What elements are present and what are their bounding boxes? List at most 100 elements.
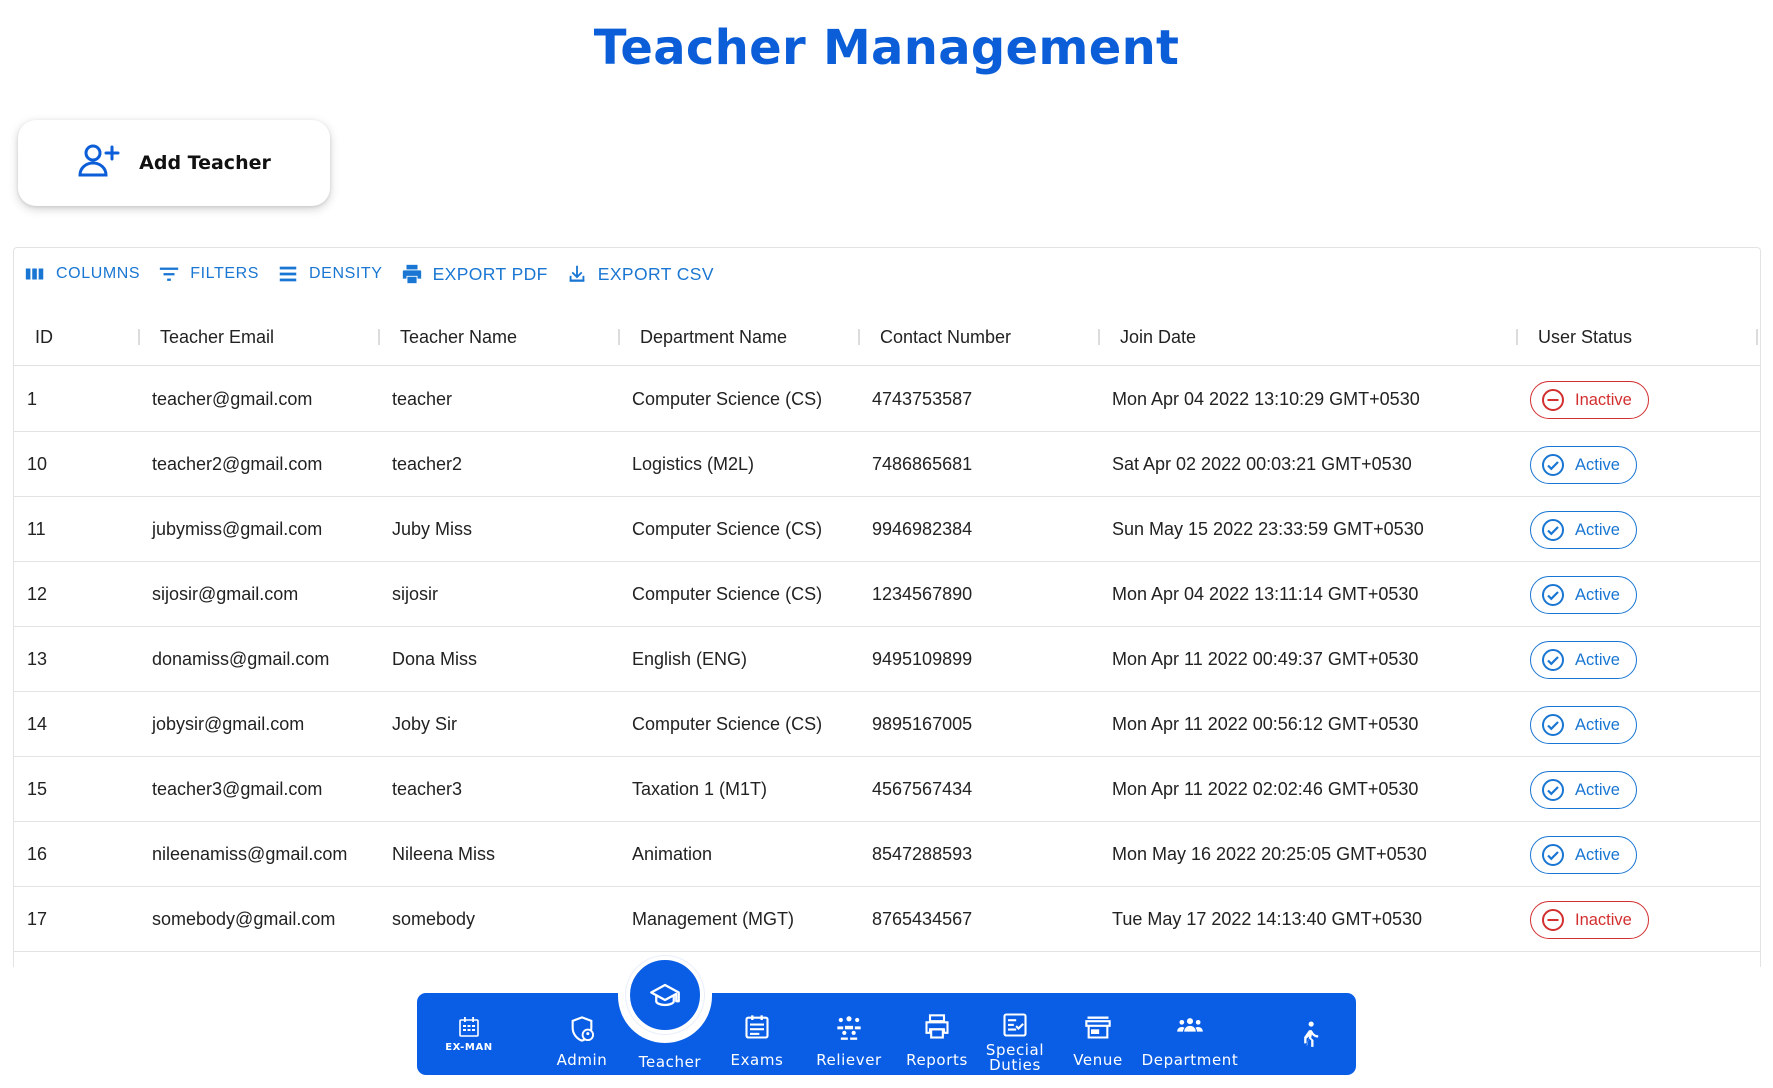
- status-badge[interactable]: Active: [1530, 706, 1637, 744]
- export-pdf-button[interactable]: EXPORT PDF: [401, 263, 548, 285]
- people-icon: [1177, 1018, 1203, 1032]
- table-row[interactable]: 11 jubymiss@gmail.com Juby Miss Computer…: [14, 497, 1760, 562]
- cell-join-date: Sat Apr 02 2022 00:03:21 GMT+0530: [1112, 454, 1412, 474]
- nav-label: Reliever: [816, 1051, 882, 1069]
- store-icon: [1085, 1016, 1111, 1039]
- cell-id: 16: [27, 844, 48, 864]
- cell-email: teacher2@gmail.com: [152, 454, 323, 474]
- nav-reports[interactable]: Reports: [892, 993, 982, 1075]
- check-circle-icon: [1542, 519, 1564, 541]
- cell-name: Juby Miss: [392, 519, 473, 539]
- status-badge[interactable]: Inactive: [1530, 901, 1649, 939]
- table-header: ID Teacher Email Teacher Name Department…: [14, 308, 1760, 366]
- nav-department[interactable]: Department: [1135, 993, 1245, 1075]
- nav-special-duties[interactable]: Special Duties: [970, 993, 1060, 1075]
- cell-join-date: Mon Apr 04 2022 13:11:14 GMT+0530: [1112, 584, 1419, 604]
- cell-join-date: Mon May 16 2022 20:25:05 GMT+0530: [1112, 844, 1427, 864]
- header-user-status[interactable]: User Status: [1538, 308, 1632, 366]
- header-id[interactable]: ID: [35, 308, 53, 366]
- cell-email: sijosir@gmail.com: [152, 584, 299, 604]
- nav-label: Department: [1141, 1051, 1239, 1069]
- cell-join-date: Mon Apr 04 2022 13:10:29 GMT+0530: [1112, 389, 1420, 409]
- cell-name: Dona Miss: [392, 649, 478, 669]
- person-add-icon: [77, 143, 121, 184]
- teacher-nav-selected[interactable]: [626, 956, 704, 1034]
- table-row[interactable]: 17 somebody@gmail.com somebody Managemen…: [14, 887, 1760, 952]
- table-row[interactable]: 16 nileenamiss@gmail.com Nileena Miss An…: [14, 822, 1760, 887]
- cell-email: teacher@gmail.com: [152, 389, 313, 409]
- column-separator[interactable]: [618, 329, 620, 345]
- check-circle-icon: [1542, 714, 1564, 736]
- density-button[interactable]: DENSITY: [277, 263, 383, 285]
- cell-name: Nileena Miss: [392, 844, 496, 864]
- status-badge[interactable]: Active: [1530, 836, 1637, 874]
- cell-email: jobysir@gmail.com: [152, 714, 305, 734]
- nav-admin[interactable]: Admin: [542, 993, 622, 1075]
- cell-contact: 1234567890: [872, 584, 973, 604]
- cell-id: 1: [27, 389, 38, 409]
- filters-label: FILTERS: [190, 265, 260, 282]
- bottom-navigation: EX-MAN Admin Teacher Exams Reliever Repo…: [417, 993, 1356, 1075]
- nav-label: Special Duties: [985, 1041, 1045, 1074]
- exit-button[interactable]: [1290, 993, 1330, 1075]
- status-badge[interactable]: Active: [1530, 511, 1637, 549]
- cell-name: teacher2: [392, 454, 463, 474]
- column-separator[interactable]: [858, 329, 860, 345]
- check-circle-icon: [1542, 779, 1564, 801]
- column-separator[interactable]: [138, 329, 140, 345]
- logo-text: EX-MAN: [445, 1042, 493, 1053]
- cell-contact: 8765434567: [872, 909, 973, 929]
- app-logo[interactable]: EX-MAN: [437, 993, 501, 1075]
- columns-label: COLUMNS: [56, 265, 141, 282]
- cell-email: teacher3@gmail.com: [152, 779, 323, 799]
- cell-email: donamiss@gmail.com: [152, 649, 330, 669]
- cell-department: Computer Science (CS): [632, 389, 823, 409]
- download-icon: [569, 265, 585, 282]
- cell-contact: 7486865681: [872, 454, 973, 474]
- status-label: Active: [1575, 455, 1620, 474]
- export-csv-button[interactable]: EXPORT CSV: [566, 263, 714, 285]
- cell-id: 11: [27, 519, 46, 539]
- column-separator[interactable]: [378, 329, 380, 345]
- status-label: Inactive: [1575, 390, 1632, 409]
- cell-id: 15: [27, 779, 48, 799]
- table-row[interactable]: 12 sijosir@gmail.com sijosir Computer Sc…: [14, 562, 1760, 627]
- nav-venue[interactable]: Venue: [1058, 993, 1138, 1075]
- filters-button[interactable]: FILTERS: [158, 263, 259, 285]
- cell-join-date: Mon Apr 11 2022 00:49:37 GMT+0530: [1112, 649, 1419, 669]
- header-teacher-name[interactable]: Teacher Name: [400, 308, 517, 366]
- status-badge[interactable]: Active: [1530, 771, 1637, 809]
- table-row[interactable]: 14 jobysir@gmail.com Joby Sir Computer S…: [14, 692, 1760, 757]
- cell-department: Computer Science (CS): [632, 519, 823, 539]
- column-separator[interactable]: [1098, 329, 1100, 345]
- column-separator[interactable]: [1756, 329, 1758, 345]
- table-row[interactable]: 1 teacher@gmail.com teacher Computer Sci…: [14, 367, 1760, 432]
- table-row[interactable]: 10 teacher2@gmail.com teacher2 Logistics…: [14, 432, 1760, 497]
- status-badge[interactable]: Inactive: [1530, 381, 1649, 419]
- header-department-name[interactable]: Department Name: [640, 308, 787, 366]
- cell-name: sijosir: [392, 584, 439, 604]
- table-row[interactable]: 13 donamiss@gmail.com Dona Miss English …: [14, 627, 1760, 692]
- column-separator[interactable]: [1516, 329, 1518, 345]
- nav-label: Reports: [906, 1051, 968, 1069]
- cell-email: somebody@gmail.com: [152, 909, 336, 929]
- graduation-cap-icon: [650, 983, 680, 1007]
- header-contact-number[interactable]: Contact Number: [880, 308, 1011, 366]
- cell-contact: 4567567434: [872, 779, 973, 799]
- header-join-date[interactable]: Join Date: [1120, 308, 1196, 366]
- status-badge[interactable]: Active: [1530, 576, 1637, 614]
- header-teacher-email[interactable]: Teacher Email: [160, 308, 274, 366]
- nav-exams[interactable]: Exams: [717, 993, 797, 1075]
- status-badge[interactable]: Active: [1530, 446, 1637, 484]
- cell-department: Animation: [632, 844, 713, 864]
- columns-button[interactable]: COLUMNS: [24, 263, 140, 285]
- status-badge[interactable]: Active: [1530, 641, 1637, 679]
- admin-shield-icon: [571, 1016, 595, 1042]
- cell-contact: 9495109899: [872, 649, 973, 669]
- nav-reliever[interactable]: Reliever: [804, 993, 894, 1075]
- walking-person-icon: [1304, 1021, 1319, 1047]
- cell-contact: 4743753587: [872, 389, 973, 409]
- density-label: DENSITY: [309, 265, 383, 282]
- add-teacher-button[interactable]: Add Teacher: [18, 120, 330, 206]
- table-row[interactable]: 15 teacher3@gmail.com teacher3 Taxation …: [14, 757, 1760, 822]
